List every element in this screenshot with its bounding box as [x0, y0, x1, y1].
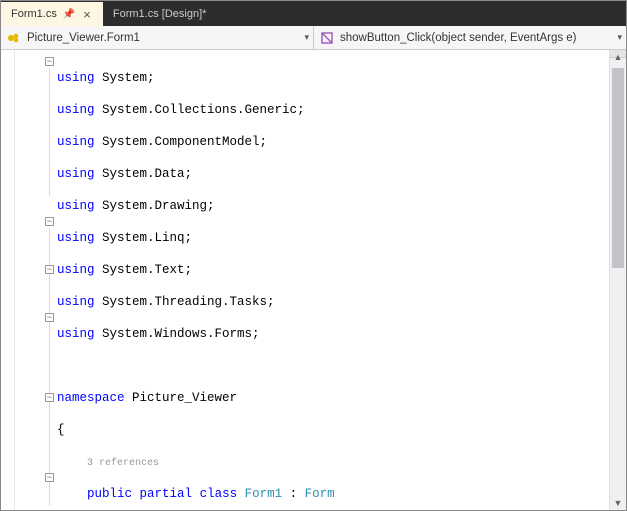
chevron-down-icon: ▾ [617, 32, 622, 43]
method-icon [320, 31, 334, 45]
outline-gutter [15, 50, 57, 510]
codelens-references[interactable]: 3 references [87, 458, 159, 469]
type-name: Picture_Viewer.Form1 [27, 32, 140, 44]
outline-line [49, 68, 50, 196]
type-dropdown[interactable]: Picture_Viewer.Form1 ▾ [1, 26, 314, 49]
tab-label: Form1.cs [11, 8, 57, 20]
tab-form1-design[interactable]: Form1.cs [Design]* [103, 2, 217, 26]
outline-toggle[interactable] [45, 393, 54, 402]
class-icon [7, 31, 21, 45]
scroll-up-icon[interactable]: ▲ [610, 52, 626, 62]
scroll-down-icon[interactable]: ▼ [610, 498, 626, 508]
tab-strip: Form1.cs 📌 × Form1.cs [Design]* [1, 1, 626, 26]
outline-toggle[interactable] [45, 57, 54, 66]
outline-toggle[interactable] [45, 473, 54, 482]
pin-icon[interactable]: 📌 [63, 9, 75, 20]
member-dropdown[interactable]: showButton_Click(object sender, EventArg… [314, 26, 626, 49]
scrollbar-thumb[interactable] [612, 68, 624, 268]
close-icon[interactable]: × [81, 7, 93, 22]
indicator-margin [1, 50, 15, 510]
member-name: showButton_Click(object sender, EventArg… [340, 32, 577, 44]
outline-toggle[interactable] [45, 217, 54, 226]
tab-form1-cs[interactable]: Form1.cs 📌 × [1, 2, 103, 26]
chevron-down-icon: ▾ [304, 32, 309, 43]
outline-toggle[interactable] [45, 265, 54, 274]
vertical-scrollbar[interactable]: ▲ ▼ [609, 50, 626, 510]
navigation-bar: Picture_Viewer.Form1 ▾ showButton_Click(… [1, 26, 626, 50]
code-editor[interactable]: using System; using System.Collections.G… [1, 50, 626, 510]
tab-label: Form1.cs [Design]* [113, 8, 207, 20]
outline-toggle[interactable] [45, 313, 54, 322]
code-area[interactable]: using System; using System.Collections.G… [57, 50, 609, 510]
